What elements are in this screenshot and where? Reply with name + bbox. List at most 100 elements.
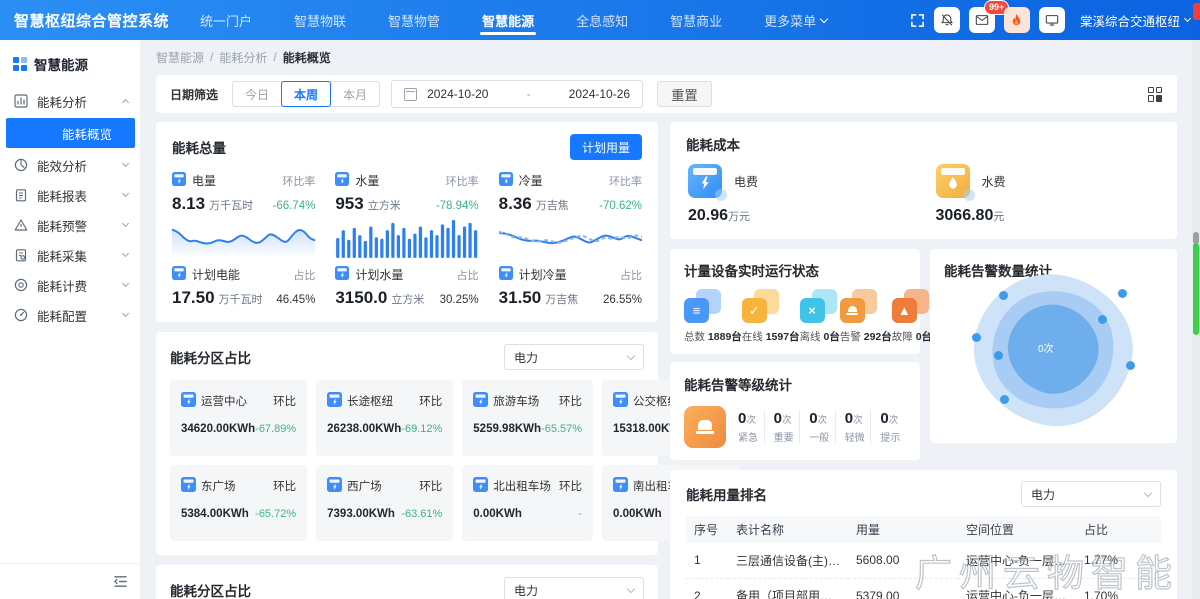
meter-icon	[327, 392, 342, 410]
gauge-icon	[13, 308, 28, 323]
corner-badge	[1193, 3, 1200, 20]
sidebar-item[interactable]: 能耗报表	[0, 180, 140, 210]
device-status-item: ▲故障 0台	[892, 289, 932, 344]
sparkline-chart	[172, 216, 315, 258]
meter-icon	[335, 266, 349, 283]
zone-card: 北出租车场环比0.00KWh-	[462, 465, 593, 541]
table-row[interactable]: 2备用（项目部用电...5379.00运营中心-负一层夹层1.70%	[686, 578, 1161, 599]
cost-items: 电费20.96万元水费3066.80元	[686, 164, 1161, 225]
bell-mute-button[interactable]	[934, 7, 960, 33]
report-icon	[13, 188, 28, 203]
zone-card: 东广场环比5384.00KWh-65.72%	[170, 465, 307, 541]
device-status-item: ✓在线 1597台	[742, 289, 800, 344]
tenant-name: 棠溪综合交通枢纽	[1080, 11, 1180, 30]
top-menu-item[interactable]: 统一门户	[200, 0, 252, 40]
device-offline-icon: ×	[800, 289, 837, 323]
top-menu-item[interactable]: 全息感知	[576, 0, 628, 40]
device-fault-icon: ▲	[892, 289, 929, 323]
zone-card: 旅游车场环比5259.98KWh-65.57%	[462, 380, 593, 456]
breadcrumb-item[interactable]: 智慧能源	[156, 49, 204, 66]
card-title: 能耗用量排名	[686, 484, 767, 504]
cost-item: 电费20.96万元	[686, 164, 914, 225]
alarm-count-card: 能耗告警数量统计 0次	[930, 249, 1177, 443]
zone-share-card: 能耗分区占比 电力 运营中心环比34620.00KWh-67.89%长途枢纽环比…	[156, 332, 658, 555]
table-row[interactable]: 1三层通信设备(主)_1...5608.00运营中心-负一层夹层1.77%	[686, 543, 1161, 578]
planned-usage-button[interactable]: 计划用量	[570, 134, 642, 160]
top-menu-item[interactable]: 智慧物管	[388, 0, 440, 40]
energy-type-select[interactable]: 电力	[504, 344, 644, 370]
cost-item: 水费3066.80元	[914, 164, 1162, 225]
scrollbar-track[interactable]	[1192, 40, 1200, 599]
filter-label: 日期筛选	[170, 86, 218, 103]
filter-bar: 日期筛选 今日本周本月 2024-10-20 - 2024-10-26 重置	[156, 75, 1177, 113]
alarm-level-item: 0次提示	[870, 410, 906, 444]
alarm-level-item: 0次轻微	[835, 410, 871, 444]
energy-type-select[interactable]: 电力	[504, 577, 644, 599]
sidebar: 智慧能源 能耗分析能耗概览能效分析能耗报表能耗预警能耗采集能耗计费能耗配置	[0, 40, 140, 599]
total-energy-card: 能耗总量 计划用量 电量环比率8.13万千瓦时-66.74%计划电能占比17.5…	[156, 122, 658, 322]
reset-button[interactable]: 重置	[657, 81, 712, 107]
layout-grid-icon[interactable]	[1148, 87, 1163, 102]
device-total-icon: ≡	[684, 289, 721, 323]
fullscreen-icon[interactable]	[910, 13, 925, 28]
main-content: 智慧能源/ 能耗分析/ 能耗概览 日期筛选 今日本周本月 2024-10-20 …	[140, 40, 1191, 599]
quick-range-button[interactable]: 今日	[232, 81, 282, 107]
meter-icon	[172, 172, 186, 189]
total-metrics: 电量环比率8.13万千瓦时-66.74%计划电能占比17.50万千瓦时46.45…	[172, 172, 642, 310]
total-metric-column: 水量环比率953立方米-78.94%计划水量占比3150.0立方米30.25%	[335, 172, 478, 310]
breadcrumb-current: 能耗概览	[283, 49, 331, 66]
sidebar-item[interactable]: 能耗分析	[0, 86, 140, 116]
energy-type-select[interactable]: 电力	[1021, 481, 1161, 507]
document-icon	[13, 248, 28, 263]
zone-cards: 运营中心环比34620.00KWh-67.89%长途枢纽环比26238.00KW…	[170, 380, 644, 541]
device-status-card: 计量设备实时运行状态 ≡总数 1889台✓在线 1597台×离线 0台告警 29…	[670, 249, 920, 354]
quick-range-button[interactable]: 本月	[330, 81, 380, 107]
sidebar-menu: 能耗分析能耗概览能效分析能耗报表能耗预警能耗采集能耗计费能耗配置	[0, 86, 140, 330]
mail-button[interactable]: 99+	[969, 7, 995, 33]
alarm-count-value: 0次	[1038, 339, 1054, 355]
breadcrumb: 智慧能源/ 能耗分析/ 能耗概览	[156, 46, 1177, 68]
table-header-row: 序号表计名称用量空间位置占比	[686, 516, 1161, 543]
total-metric-column: 冷量环比率8.36万吉焦-70.62%计划冷量占比31.50万吉焦26.55%	[499, 172, 642, 310]
sparkline-chart	[335, 216, 478, 258]
sidebar-item[interactable]: 能效分析	[0, 150, 140, 180]
table-header-cell: 占比	[1076, 516, 1161, 543]
scrollbar-thumb[interactable]	[1193, 243, 1199, 335]
alert-triangle-icon	[13, 218, 28, 233]
promo-flame-button[interactable]	[1004, 7, 1030, 33]
alarm-level-items: 0次紧急0次重要0次一般0次轻微0次提示	[738, 410, 906, 444]
screen-button[interactable]	[1039, 7, 1065, 33]
electric-meter-icon	[688, 164, 722, 198]
top-menu: 统一门户 智慧物联 智慧物管 智慧能源 全息感知 智慧商业 更多菜单	[179, 0, 848, 40]
tenant-selector[interactable]: 棠溪综合交通枢纽	[1080, 11, 1190, 30]
module-grid-icon	[13, 57, 27, 71]
quick-range-button[interactable]: 本周	[281, 81, 331, 107]
start-date[interactable]: 2024-10-20	[427, 87, 488, 101]
zone-chart-card: 能耗分区占比 电力 4000030000	[156, 565, 658, 599]
sidebar-item[interactable]: 能耗采集	[0, 240, 140, 270]
sidebar-item[interactable]: 能耗计费	[0, 270, 140, 300]
water-meter-icon	[936, 164, 970, 198]
card-title: 计量设备实时运行状态	[684, 264, 819, 279]
top-menu-item[interactable]: 智慧商业	[670, 0, 722, 40]
collapse-sidebar-icon[interactable]	[113, 575, 128, 588]
sidebar-item[interactable]: 能耗预警	[0, 210, 140, 240]
total-metric-column: 电量环比率8.13万千瓦时-66.74%计划电能占比17.50万千瓦时46.45…	[172, 172, 315, 310]
device-status-item: 告警 292台	[840, 289, 892, 344]
card-title: 能耗成本	[686, 134, 740, 154]
pie-chart-icon	[13, 158, 28, 173]
date-range-picker[interactable]: 2024-10-20 - 2024-10-26	[391, 80, 643, 108]
top-menu-item[interactable]: 更多菜单	[764, 0, 827, 40]
sidebar-item-active[interactable]: 能耗概览	[6, 118, 135, 148]
alarm-level-card: 能耗告警等级统计 0次紧急0次重要0次一般0次轻微0次提示	[670, 362, 920, 460]
breadcrumb-item[interactable]: 能耗分析	[219, 49, 267, 66]
sidebar-item[interactable]: 能耗配置	[0, 300, 140, 330]
device-status-item: ≡总数 1889台	[684, 289, 742, 344]
topbar: 智慧枢纽综合管控系统 统一门户智慧物联智慧物管智慧能源全息感知智慧商业更多菜单 …	[0, 0, 1200, 40]
top-menu-item[interactable]: 智慧物联	[294, 0, 346, 40]
end-date[interactable]: 2024-10-26	[569, 87, 630, 101]
top-menu-item[interactable]: 智慧能源	[482, 0, 534, 40]
meter-icon	[172, 266, 186, 283]
meter-icon	[613, 477, 628, 495]
table-header-cell: 用量	[848, 516, 958, 543]
